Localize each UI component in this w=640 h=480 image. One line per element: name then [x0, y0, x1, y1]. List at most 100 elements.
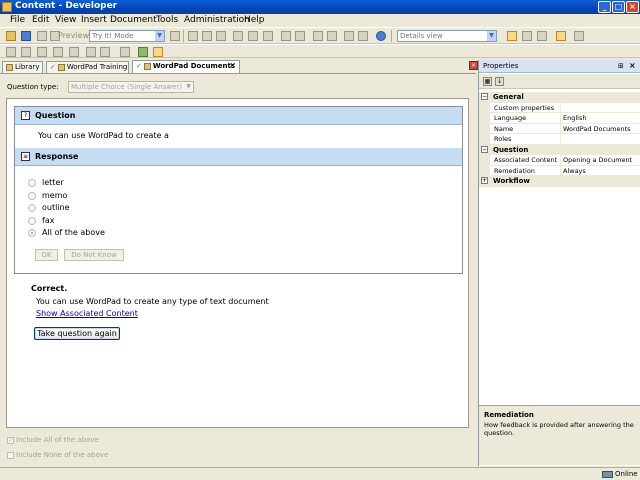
refresh-icon[interactable] — [574, 31, 584, 41]
collapse-icon[interactable]: − — [481, 145, 488, 153]
frame-icon[interactable] — [21, 47, 31, 57]
question-doc-icon — [143, 62, 151, 70]
move-down-icon[interactable] — [100, 47, 110, 57]
property-row[interactable]: Custom properties — [479, 102, 640, 113]
publish-icon[interactable] — [170, 31, 180, 41]
tab-library[interactable]: Library — [2, 61, 43, 73]
spelling-icon[interactable] — [358, 31, 368, 41]
include-all-option[interactable]: ✓ Include All of the above — [7, 436, 99, 444]
layout-details-icon[interactable] — [507, 31, 517, 41]
open-icon[interactable] — [6, 31, 16, 41]
radio-button-selected[interactable] — [28, 228, 36, 237]
page-icon[interactable] — [120, 47, 130, 57]
property-row[interactable]: Remediation Always — [479, 165, 640, 176]
maximize-button[interactable]: □ — [612, 1, 625, 13]
properties-icon[interactable] — [263, 31, 273, 41]
answer-option[interactable]: letter — [28, 178, 64, 187]
menu-edit[interactable]: Edit — [32, 15, 49, 25]
close-tab-icon[interactable]: ✕ — [229, 61, 236, 71]
answer-option[interactable]: memo — [28, 191, 67, 200]
insert-frame-icon[interactable] — [313, 31, 323, 41]
redo-icon[interactable] — [295, 31, 305, 41]
menu-tools[interactable]: Tools — [156, 15, 178, 25]
property-value[interactable]: WordPad Documents — [563, 125, 631, 133]
include-none-option[interactable]: Include None of the above — [7, 451, 108, 459]
answer-option[interactable]: fax — [28, 216, 54, 225]
radio-button[interactable] — [28, 178, 36, 187]
include-none-checkbox[interactable] — [7, 451, 14, 459]
ok-button[interactable]: OK — [35, 249, 58, 261]
view-select[interactable]: Details view ▼ — [397, 30, 497, 42]
delete-frame-icon[interactable] — [327, 31, 337, 41]
copy-icon[interactable] — [202, 31, 212, 41]
answer-option-selected[interactable]: All of the above — [28, 228, 105, 237]
topic-icon[interactable] — [53, 47, 63, 57]
layout-split-icon[interactable] — [522, 31, 532, 41]
property-row[interactable]: Language English — [479, 113, 640, 124]
tab-wordpad-training[interactable]: ✓ WordPad Training — [46, 61, 129, 73]
menu-help[interactable]: Help — [244, 15, 265, 25]
pin-icon[interactable]: ⊞ — [618, 62, 624, 70]
answer-option[interactable]: outline — [28, 203, 70, 212]
radio-button[interactable] — [28, 203, 36, 212]
take-question-again-button[interactable]: Take question again — [34, 327, 120, 340]
property-value[interactable]: Opening a Document — [563, 156, 632, 164]
do-not-know-button[interactable]: Do Not Know — [64, 249, 124, 261]
menu-document[interactable]: Document — [110, 15, 157, 25]
tab-wordpad-documents[interactable]: ✓ WordPad Documents ✕ — [132, 60, 240, 73]
menu-administration[interactable]: Administration — [184, 15, 250, 25]
tab-label: WordPad Documents — [152, 62, 236, 70]
menu-file[interactable]: File — [10, 15, 25, 25]
menu-insert[interactable]: Insert — [81, 15, 107, 25]
category-general[interactable]: − General — [479, 92, 640, 103]
outline-view-icon[interactable] — [556, 31, 566, 41]
mode-select[interactable]: Try It! Mode ▼ — [89, 30, 165, 42]
category-label: General — [493, 93, 524, 101]
property-row[interactable]: Roles — [479, 134, 640, 145]
paste-icon[interactable] — [216, 31, 226, 41]
answer-option-label: outline — [42, 203, 70, 212]
property-row[interactable]: Associated Content Opening a Document — [479, 155, 640, 166]
rename-icon[interactable] — [248, 31, 258, 41]
find-icon[interactable] — [344, 31, 354, 41]
outline-icon[interactable] — [6, 47, 16, 57]
help-icon[interactable] — [376, 31, 386, 41]
question-icon[interactable] — [69, 47, 79, 57]
radio-button[interactable] — [28, 216, 36, 225]
expand-icon[interactable]: + — [481, 177, 488, 184]
question-type-select[interactable]: Multiple Choice (Single Answer) ▼ — [68, 81, 194, 93]
tab-label: Library — [15, 63, 40, 71]
move-up-icon[interactable] — [86, 47, 96, 57]
radio-button[interactable] — [28, 191, 36, 200]
show-associated-content-link[interactable]: Show Associated Content — [36, 309, 138, 318]
undo-icon[interactable] — [281, 31, 291, 41]
print-icon[interactable] — [37, 31, 47, 41]
include-all-checkbox[interactable]: ✓ — [7, 436, 14, 444]
question-edit-icon[interactable] — [153, 47, 163, 57]
save-icon[interactable] — [21, 31, 31, 41]
close-properties-icon[interactable]: × — [629, 61, 636, 70]
sort-alpha-icon[interactable]: ↓ — [495, 77, 504, 86]
toolbar-separator — [391, 30, 392, 42]
preview-button[interactable]: Preview — [58, 31, 89, 40]
property-value[interactable]: Always — [563, 167, 586, 175]
collapse-icon[interactable]: − — [481, 93, 488, 100]
cut-icon[interactable] — [188, 31, 198, 41]
menu-view[interactable]: View — [55, 15, 76, 25]
close-pane-icon[interactable]: × — [469, 61, 478, 70]
properties-toolbar: ▦ ↓ — [479, 74, 640, 89]
property-value[interactable]: English — [563, 114, 586, 122]
minimize-button[interactable]: _ — [598, 1, 611, 13]
category-workflow[interactable]: + Workflow — [479, 176, 640, 187]
question-type-label: Question type: — [7, 83, 59, 91]
category-question[interactable]: − Question — [479, 144, 640, 155]
property-name: Associated Content — [494, 156, 558, 164]
question-type-value: Multiple Choice (Single Answer) — [71, 83, 182, 91]
property-row[interactable]: Name WordPad Documents — [479, 123, 640, 134]
layout-columns-icon[interactable] — [537, 31, 547, 41]
close-button[interactable]: × — [626, 1, 639, 13]
delete-icon[interactable] — [233, 31, 243, 41]
pencil-icon[interactable] — [138, 47, 148, 57]
categorized-icon[interactable]: ▦ — [483, 77, 492, 86]
section-icon[interactable] — [37, 47, 47, 57]
